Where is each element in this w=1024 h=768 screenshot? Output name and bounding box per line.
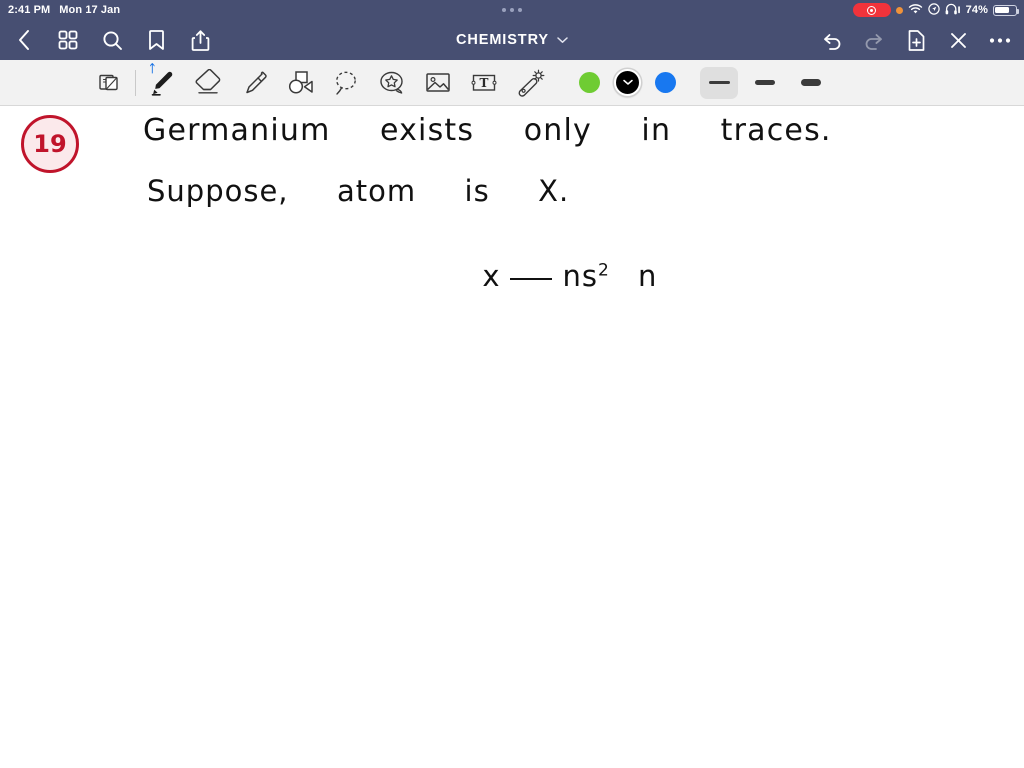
chevron-down-icon	[557, 31, 568, 49]
magic-wand-tool[interactable]	[507, 63, 553, 103]
handwriting-line-1: Germanium exists only in traces.	[143, 113, 832, 148]
handwriting-line-2: Suppose, atom is X.	[147, 174, 570, 208]
stroke-width-thin[interactable]	[700, 66, 738, 99]
shapes-tool[interactable]	[277, 63, 323, 103]
undo-button[interactable]	[816, 24, 848, 56]
more-button[interactable]	[984, 24, 1016, 56]
highlighter-tool[interactable]	[231, 63, 277, 103]
battery-icon	[993, 4, 1019, 16]
handwriting-line-3-base: ns	[562, 259, 598, 293]
status-bar-left: 2:41 PM Mon 17 Jan	[0, 4, 120, 16]
page-layout-tool[interactable]	[86, 63, 132, 103]
pen-tool[interactable]: ᛏ	[139, 63, 185, 103]
redo-button[interactable]	[858, 24, 890, 56]
handwriting-line-3-superscript: 2	[597, 260, 610, 281]
text-box-tool[interactable]: T	[461, 63, 507, 103]
location-icon	[927, 2, 940, 18]
svg-text:T: T	[480, 76, 489, 90]
handwriting-line-3-tail: n	[638, 259, 658, 293]
status-bar-right: 74%	[852, 0, 1019, 20]
multitask-dots-icon[interactable]	[502, 8, 522, 12]
stroke-width-options	[700, 66, 830, 99]
handwriting-line-3: x ns2 n	[313, 225, 657, 327]
status-time: 2:41 PM	[8, 4, 51, 16]
stroke-width-thick[interactable]	[792, 67, 830, 99]
note-canvas[interactable]: 19 Germanium exists only in traces. Supp…	[0, 107, 1024, 768]
handwriting-line-3-lead: x	[482, 259, 501, 293]
page-title: CHEMISTRY	[456, 32, 549, 48]
headphones-icon	[945, 3, 961, 18]
color-swatch-black[interactable]	[614, 69, 641, 96]
handwriting-blank-dash	[510, 278, 553, 280]
bluetooth-icon: ᛏ	[149, 62, 156, 75]
screen-record-indicator-icon[interactable]	[852, 3, 891, 17]
orange-privacy-dot-icon	[895, 6, 903, 14]
close-button[interactable]	[942, 24, 974, 56]
question-number-badge: 19	[21, 115, 79, 173]
wifi-icon	[908, 3, 923, 18]
stroke-width-medium[interactable]	[746, 67, 784, 99]
color-swatch-blue[interactable]	[655, 72, 676, 93]
notes-app-window: 2:41 PM Mon 17 Jan 74% CHEMISTRY ᛏ T 19 …	[0, 0, 1024, 768]
status-bar: 2:41 PM Mon 17 Jan 74%	[0, 0, 1024, 20]
image-tool[interactable]	[415, 63, 461, 103]
color-swatch-green[interactable]	[579, 72, 600, 93]
toolbar-tools: ᛏ T	[86, 63, 553, 103]
status-date: Mon 17 Jan	[59, 4, 121, 16]
drawing-toolbar: ᛏ T	[0, 60, 1024, 106]
sticker-star-tool[interactable]	[369, 63, 415, 103]
navigation-bar-right	[816, 20, 1016, 60]
battery-percentage: 74%	[965, 4, 988, 16]
lasso-tool[interactable]	[323, 63, 369, 103]
eraser-tool[interactable]	[185, 63, 231, 103]
navigation-bar: CHEMISTRY	[0, 20, 1024, 60]
color-swatches	[579, 69, 676, 96]
toolbar-divider	[135, 69, 136, 96]
add-page-button[interactable]	[900, 24, 932, 56]
